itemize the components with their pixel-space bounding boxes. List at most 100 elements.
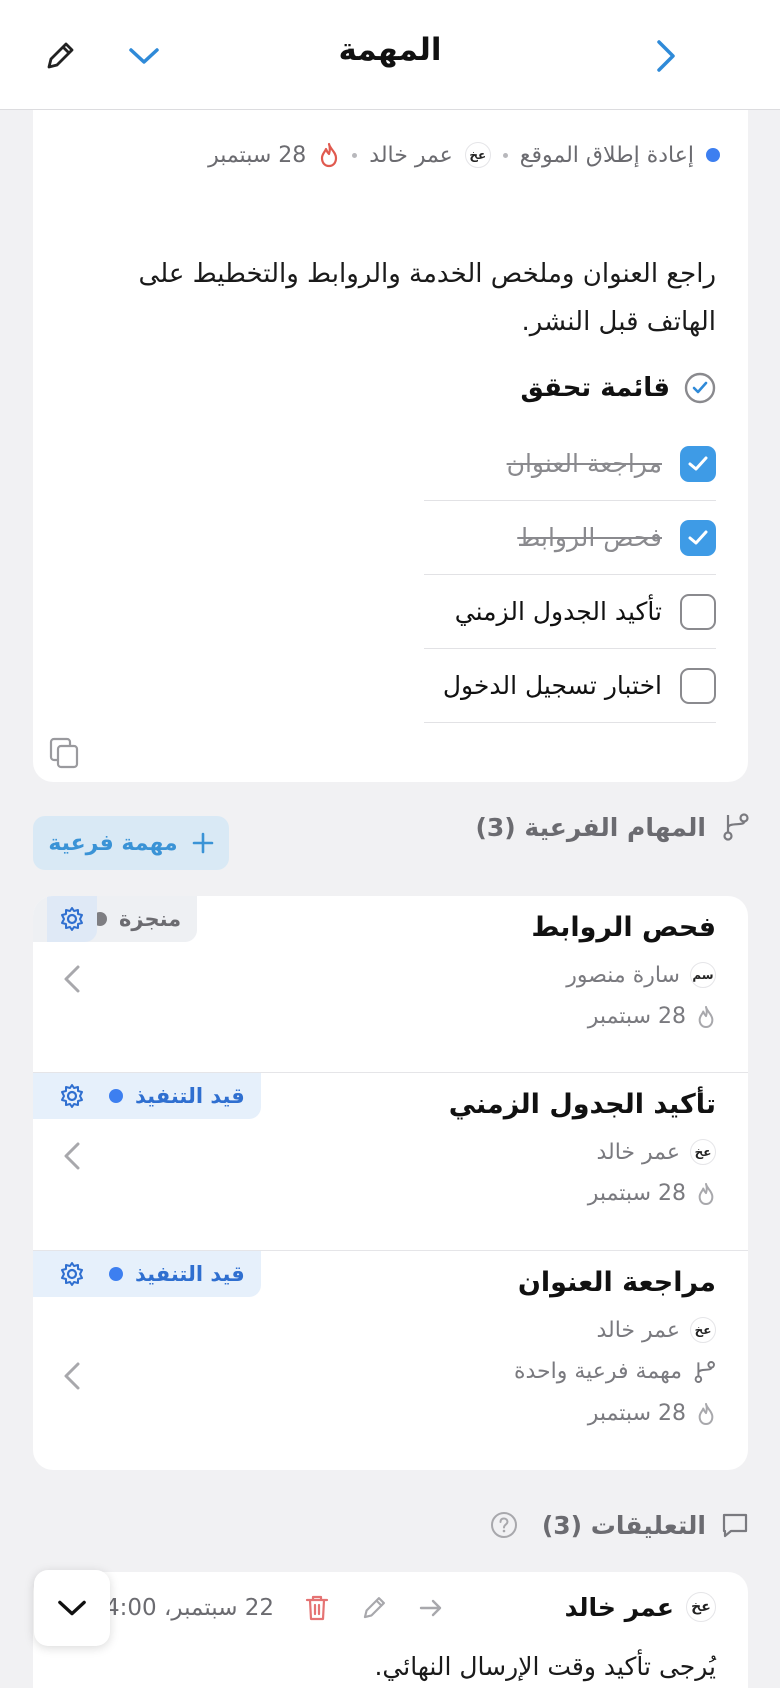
status-badge[interactable]: قيد التنفيذ <box>33 1251 261 1297</box>
avatar: عخ <box>690 1317 716 1343</box>
subtask-assignee: سم سارة منصور <box>566 962 716 988</box>
checklist-item-label: فحص الروابط <box>517 523 662 552</box>
checkbox-checked[interactable] <box>680 519 716 556</box>
flame-icon <box>698 1005 714 1028</box>
assignee-name: عمر خالد <box>596 1139 680 1165</box>
separator <box>502 152 508 158</box>
delete-button[interactable] <box>304 1594 330 1622</box>
assignee-name: سارة منصور <box>566 962 680 988</box>
status-settings-button[interactable] <box>47 896 97 942</box>
subtask-due: 28 سبتمبر <box>588 1401 716 1426</box>
comment-author: عخ عمر خالد <box>565 1592 716 1622</box>
avatar: سم <box>690 962 716 988</box>
flame-icon <box>321 142 338 168</box>
chevron-down-icon <box>58 1600 86 1616</box>
checklist-header: قائمة تحقق <box>521 372 716 404</box>
checklist-item-label: تأكيد الجدول الزمني <box>454 597 662 626</box>
copy-icon <box>49 737 79 769</box>
checkbox-checked[interactable] <box>680 445 716 482</box>
subtasks-title: المهام الفرعية (3) <box>475 812 706 842</box>
help-icon <box>490 1512 517 1538</box>
status-label: قيد التنفيذ <box>135 1084 245 1108</box>
comment-card: عخ عمر خالد 22 سبتمبر، 4:00 يُرجى تأكيد … <box>33 1572 748 1688</box>
checklist-item[interactable]: مراجعة العنوان <box>424 427 716 501</box>
status-dot <box>109 1089 123 1103</box>
status-dot <box>109 1267 123 1281</box>
flame-icon <box>698 1402 714 1425</box>
separator <box>352 152 358 158</box>
branch-icon <box>723 813 749 841</box>
subtask-assignee: عخ عمر خالد <box>596 1139 716 1165</box>
comments-title: التعليقات (3) <box>541 1510 706 1540</box>
help-button[interactable] <box>490 1511 518 1539</box>
avatar: عخ <box>686 1592 716 1622</box>
checklist-item-label: اختبار تسجيل الدخول <box>442 671 662 700</box>
trash-icon <box>305 1595 329 1621</box>
subtask-due: 28 سبتمبر <box>588 1181 716 1206</box>
status-label: منجزة <box>119 907 182 931</box>
status-settings-button[interactable] <box>47 1251 97 1297</box>
check-circle-icon <box>684 372 716 404</box>
task-meta: إعادة إطلاق الموقع عخ عمر خالد 28 سبتمبر <box>208 142 720 168</box>
subtask-title: تأكيد الجدول الزمني <box>448 1089 716 1120</box>
subtask-title: فحص الروابط <box>531 912 716 943</box>
checklist-item[interactable]: فحص الروابط <box>424 501 716 575</box>
checklist-item-label: مراجعة العنوان <box>506 449 662 478</box>
top-bar: المهمة <box>0 0 780 110</box>
gear-icon <box>61 1262 83 1286</box>
chevron-left-icon <box>64 1362 80 1390</box>
gear-icon <box>61 1084 83 1108</box>
checkbox-unchecked[interactable] <box>680 593 716 630</box>
author-name: عمر خالد <box>564 1592 674 1622</box>
subtask-row[interactable]: قيد التنفيذ تأكيد الجدول الزمني عخ عمر خ… <box>33 1073 748 1251</box>
subtask-assignee: عخ عمر خالد <box>596 1317 716 1343</box>
copy-button[interactable] <box>47 736 81 770</box>
subtasks-list: منجزة فحص الروابط سم سارة منصور 28 سبتمب… <box>33 896 748 1470</box>
status-badge[interactable]: قيد التنفيذ <box>33 1073 261 1119</box>
expand-button[interactable] <box>124 36 164 76</box>
branch-icon <box>694 1360 715 1383</box>
add-subtask-button[interactable]: مهمة فرعية <box>33 816 229 870</box>
subtask-row[interactable]: منجزة فحص الروابط سم سارة منصور 28 سبتمب… <box>33 896 748 1073</box>
comment-date: 22 سبتمبر، 4:00 <box>105 1595 275 1621</box>
status-label: قيد التنفيذ <box>135 1262 245 1286</box>
avatar: عخ <box>690 1139 716 1165</box>
project-name[interactable]: إعادة إطلاق الموقع <box>520 143 694 168</box>
subtask-row[interactable]: قيد التنفيذ مراجعة العنوان عخ عمر خالد م… <box>33 1251 748 1470</box>
project-dot <box>706 148 720 162</box>
gear-icon <box>61 907 83 931</box>
subtask-due: 28 سبتمبر <box>588 1004 716 1029</box>
comment-body: يُرجى تأكيد وقت الإرسال النهائي. <box>374 1652 716 1681</box>
subtask-count-label: مهمة فرعية واحدة <box>513 1359 682 1384</box>
due-date: 28 سبتمبر <box>208 142 307 168</box>
comments-header: التعليقات (3) <box>490 1510 750 1540</box>
chevron-left-icon <box>64 965 80 993</box>
task-description: راجع العنوان وملخص الخدمة والروابط والتخ… <box>138 259 716 337</box>
assignee-name[interactable]: عمر خالد <box>369 143 453 168</box>
edit-comment-button[interactable] <box>360 1594 388 1622</box>
chevron-down-icon <box>129 48 159 64</box>
avatar: عخ <box>464 142 491 168</box>
checklist-item[interactable]: اختبار تسجيل الدخول <box>424 649 716 723</box>
due-date: 28 سبتمبر <box>587 1181 686 1206</box>
subtasks-header: المهام الفرعية (3) <box>475 812 750 842</box>
pencil-icon <box>363 1597 386 1619</box>
task-card: إعادة إطلاق الموقع عخ عمر خالد 28 سبتمبر… <box>33 110 748 782</box>
comment-icon <box>722 1513 748 1538</box>
checklist-item[interactable]: تأكيد الجدول الزمني <box>424 575 716 649</box>
assignee-name: عمر خالد <box>596 1317 680 1343</box>
due-date: 28 سبتمبر <box>587 1401 686 1426</box>
subtask-title: مراجعة العنوان <box>517 1267 716 1298</box>
due-date: 28 سبتمبر <box>587 1004 686 1029</box>
subtask-count: مهمة فرعية واحدة <box>514 1359 716 1384</box>
checkbox-unchecked[interactable] <box>680 667 716 704</box>
status-badge[interactable]: منجزة <box>33 896 198 942</box>
forward-arrow-icon <box>419 1599 442 1617</box>
pencil-icon <box>47 42 74 69</box>
page-title: المهمة <box>338 32 442 68</box>
reply-button[interactable] <box>418 1597 444 1619</box>
edit-button[interactable] <box>40 36 80 76</box>
status-settings-button[interactable] <box>47 1073 97 1119</box>
add-subtask-label: مهمة فرعية <box>48 830 178 856</box>
scroll-down-button[interactable] <box>34 1570 110 1646</box>
